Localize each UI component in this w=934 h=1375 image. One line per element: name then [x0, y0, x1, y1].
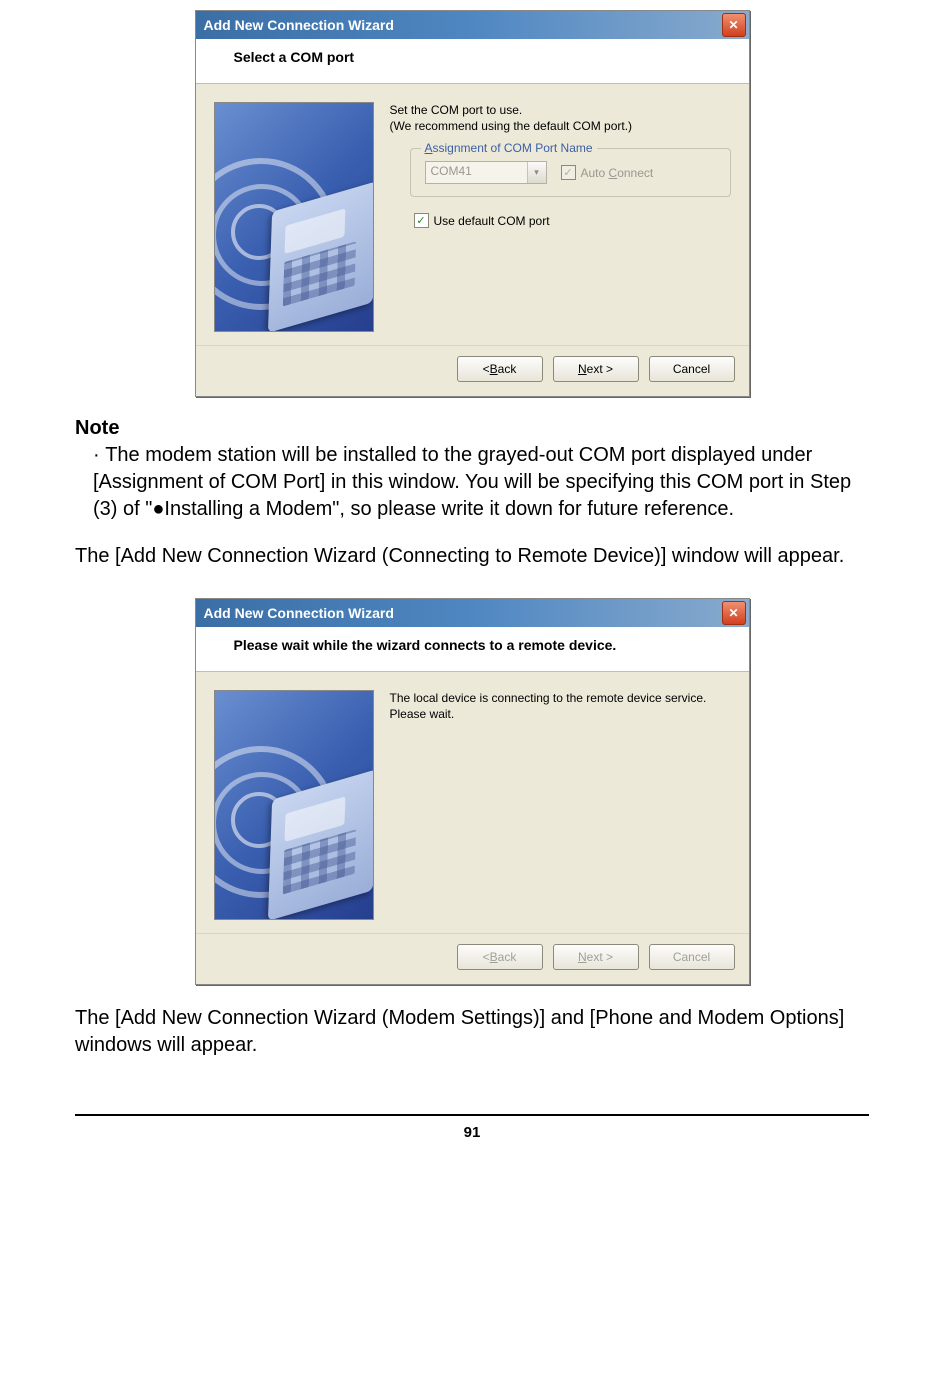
cancel-button[interactable]: Cancel: [649, 356, 735, 382]
checkbox-icon: ✓: [561, 165, 576, 180]
wizard-dialog-com-port: Add New Connection Wizard ✕ Select a COM…: [195, 10, 750, 397]
com-port-fieldset: Assignment of COM Port Name COM41 ▾ ✓ Au…: [410, 148, 731, 197]
button-row: < Back Next > Cancel: [196, 933, 749, 984]
cancel-button: Cancel: [649, 944, 735, 970]
wizard-step-header: Please wait while the wizard connects to…: [196, 627, 749, 672]
note-text: The modem station will be installed to t…: [93, 444, 851, 520]
use-default-checkbox[interactable]: ✓ Use default COM port: [414, 213, 731, 228]
auto-connect-checkbox: ✓ Auto Connect: [561, 165, 654, 180]
page-divider: [75, 1114, 869, 1116]
checkbox-label: Use default COM port: [434, 214, 550, 228]
button-row: < Back Next > Cancel: [196, 345, 749, 396]
back-button: < Back: [457, 944, 543, 970]
fieldset-legend: Assignment of COM Port Name: [421, 141, 597, 155]
next-button[interactable]: Next >: [553, 356, 639, 382]
chevron-down-icon: ▾: [527, 162, 546, 183]
status-line: The local device is connecting to the re…: [390, 690, 731, 706]
instr-line: (We recommend using the default COM port…: [390, 118, 731, 134]
note-heading: Note: [75, 417, 869, 440]
titlebar: Add New Connection Wizard ✕: [196, 599, 749, 627]
next-button: Next >: [553, 944, 639, 970]
wizard-body: Set the COM port to use. (We recommend u…: [196, 84, 749, 345]
window-title: Add New Connection Wizard: [204, 17, 394, 33]
status-line: Please wait.: [390, 706, 731, 722]
back-button[interactable]: < Back: [457, 356, 543, 382]
titlebar: Add New Connection Wizard ✕: [196, 11, 749, 39]
wizard-body: The local device is connecting to the re…: [196, 672, 749, 933]
status-text: The local device is connecting to the re…: [390, 690, 731, 722]
combo-value: COM41: [426, 162, 527, 183]
wizard-step-header: Select a COM port: [196, 39, 749, 84]
paragraph: The [Add New Connection Wizard (Modem Se…: [75, 1005, 869, 1059]
wizard-side-image: [214, 690, 374, 920]
wizard-dialog-connecting: Add New Connection Wizard ✕ Please wait …: [195, 598, 750, 985]
paragraph: The [Add New Connection Wizard (Connecti…: [75, 543, 869, 570]
wizard-side-image: [214, 102, 374, 332]
close-icon[interactable]: ✕: [722, 601, 746, 625]
note-body: · The modem station will be installed to…: [75, 442, 869, 523]
instruction-text: Set the COM port to use. (We recommend u…: [390, 102, 731, 134]
page-number: 91: [75, 1124, 869, 1141]
checkbox-icon: ✓: [414, 213, 429, 228]
com-port-select[interactable]: COM41 ▾: [425, 161, 547, 184]
instr-line: Set the COM port to use.: [390, 102, 731, 118]
window-title: Add New Connection Wizard: [204, 605, 394, 621]
close-icon[interactable]: ✕: [722, 13, 746, 37]
